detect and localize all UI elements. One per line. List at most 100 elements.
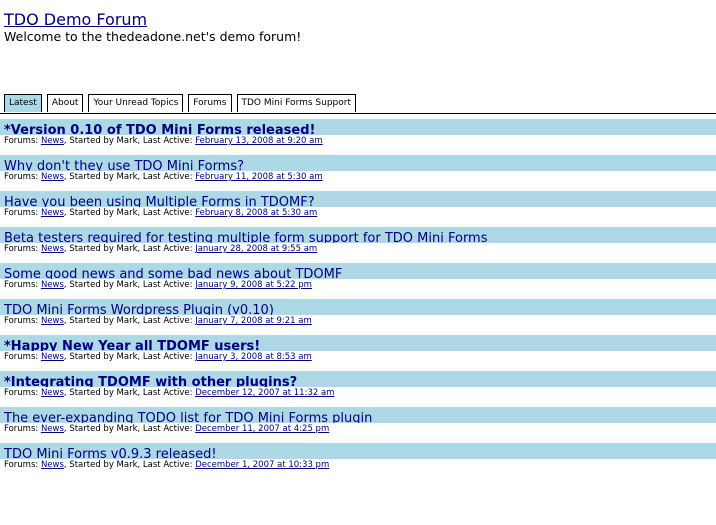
meta-forums-label: Forums: (4, 172, 41, 182)
meta-forums-label: Forums: (4, 208, 41, 218)
forum-link[interactable]: News (41, 388, 64, 398)
site-title[interactable]: TDO Demo Forum (4, 10, 301, 29)
topic-title-link[interactable]: Why don't they use TDO Mini Forms? (4, 159, 244, 171)
topic-list: *Version 0.10 of TDO Mini Forms released… (0, 119, 716, 479)
meta-last-active-label: , Last Active: (137, 136, 196, 146)
topic-title-bar: TDO Mini Forms v0.9.3 released! (0, 443, 716, 459)
topic-row: *Integrating TDOMF with other plugins? F… (0, 371, 716, 407)
meta-forums-label: Forums: (4, 316, 41, 326)
meta-started-label: , Started by (63, 280, 117, 290)
topic-title-link[interactable]: Have you been using Multiple Forms in TD… (4, 195, 315, 207)
topic-title-bar: *Version 0.10 of TDO Mini Forms released… (0, 119, 716, 135)
topic-row: Beta testers required for testing multip… (0, 227, 716, 263)
topic-author: Mark (116, 352, 138, 362)
last-active-link[interactable]: December 12, 2007 at 11:32 am (195, 388, 334, 398)
topic-title-link[interactable]: *Version 0.10 of TDO Mini Forms released… (4, 123, 315, 135)
tab-about[interactable]: About (46, 94, 84, 112)
tab-your-unread-topics[interactable]: Your Unread Topics (88, 94, 184, 112)
topic-meta: Forums: News, Started by Mark, Last Acti… (0, 279, 716, 292)
topic-title-link[interactable]: TDO Mini Forms v0.9.3 released! (4, 447, 217, 459)
meta-last-active-label: , Last Active: (137, 460, 196, 470)
last-active-link[interactable]: February 11, 2008 at 5:30 am (195, 172, 322, 182)
meta-forums-label: Forums: (4, 388, 41, 398)
forum-link[interactable]: News (41, 244, 64, 254)
forum-link[interactable]: News (41, 136, 64, 146)
forum-link[interactable]: News (41, 316, 64, 326)
meta-started-label: , Started by (63, 352, 117, 362)
meta-last-active-label: , Last Active: (137, 424, 196, 434)
forum-link[interactable]: News (41, 460, 64, 470)
meta-last-active-label: , Last Active: (137, 316, 196, 326)
tab-latest[interactable]: Latest (4, 94, 42, 112)
meta-last-active-label: , Last Active: (137, 280, 196, 290)
forum-link[interactable]: News (41, 352, 64, 362)
forum-link[interactable]: News (41, 280, 64, 290)
tab-forums[interactable]: Forums (188, 94, 232, 112)
last-active-link[interactable]: January 9, 2008 at 5:22 pm (195, 280, 312, 290)
meta-last-active-label: , Last Active: (137, 352, 196, 362)
topic-meta: Forums: News, Started by Mark, Last Acti… (0, 243, 716, 256)
topic-title-bar: Some good news and some bad news about T… (0, 263, 716, 279)
topic-title-bar: *Happy New Year all TDOMF users! (0, 335, 716, 351)
topic-title-bar: Beta testers required for testing multip… (0, 227, 716, 243)
last-active-link[interactable]: December 11, 2007 at 4:25 pm (195, 424, 329, 434)
meta-started-label: , Started by (63, 208, 117, 218)
topic-row: TDO Mini Forms v0.9.3 released! Forums: … (0, 443, 716, 479)
topic-title-bar: *Integrating TDOMF with other plugins? (0, 371, 716, 387)
topic-author: Mark (116, 172, 138, 182)
topic-meta: Forums: News, Started by Mark, Last Acti… (0, 387, 716, 400)
meta-forums-label: Forums: (4, 244, 41, 254)
topic-author: Mark (116, 424, 138, 434)
topic-author: Mark (116, 388, 138, 398)
topic-title-bar: Why don't they use TDO Mini Forms? (0, 155, 716, 171)
topic-title-bar: TDO Mini Forms Wordpress Plugin (v0.10) (0, 299, 716, 315)
last-active-link[interactable]: February 8, 2008 at 5:30 am (195, 208, 317, 218)
topic-meta: Forums: News, Started by Mark, Last Acti… (0, 171, 716, 184)
topic-meta: Forums: News, Started by Mark, Last Acti… (0, 423, 716, 436)
meta-started-label: , Started by (63, 136, 117, 146)
meta-started-label: , Started by (63, 316, 117, 326)
meta-started-label: , Started by (63, 460, 117, 470)
meta-forums-label: Forums: (4, 352, 41, 362)
meta-started-label: , Started by (63, 172, 117, 182)
topic-row: Have you been using Multiple Forms in TD… (0, 191, 716, 227)
topic-title-link[interactable]: *Happy New Year all TDOMF users! (4, 339, 260, 351)
meta-started-label: , Started by (63, 244, 117, 254)
meta-forums-label: Forums: (4, 424, 41, 434)
meta-forums-label: Forums: (4, 136, 41, 146)
topic-title-link[interactable]: TDO Mini Forms Wordpress Plugin (v0.10) (4, 303, 274, 315)
topic-row: *Version 0.10 of TDO Mini Forms released… (0, 119, 716, 155)
meta-last-active-label: , Last Active: (137, 208, 196, 218)
last-active-link[interactable]: December 1, 2007 at 10:33 pm (195, 460, 329, 470)
last-active-link[interactable]: January 3, 2008 at 8:53 am (195, 352, 312, 362)
tab-tdo-mini-forms-support[interactable]: TDO Mini Forms Support (236, 94, 357, 112)
meta-forums-label: Forums: (4, 280, 41, 290)
topic-author: Mark (116, 316, 138, 326)
forum-link[interactable]: News (41, 424, 64, 434)
last-active-link[interactable]: January 28, 2008 at 9:55 am (195, 244, 317, 254)
topic-title-link[interactable]: Some good news and some bad news about T… (4, 267, 342, 279)
site-header: TDO Demo Forum Welcome to the thedeadone… (4, 10, 301, 44)
topic-meta: Forums: News, Started by Mark, Last Acti… (0, 351, 716, 364)
meta-forums-label: Forums: (4, 460, 41, 470)
tab-divider (0, 113, 716, 114)
last-active-link[interactable]: February 13, 2008 at 9:20 am (195, 136, 322, 146)
topic-title-link[interactable]: Beta testers required for testing multip… (4, 231, 488, 243)
forum-link[interactable]: News (41, 208, 64, 218)
topic-row: *Happy New Year all TDOMF users! Forums:… (0, 335, 716, 371)
topic-meta: Forums: News, Started by Mark, Last Acti… (0, 135, 716, 148)
topic-author: Mark (116, 208, 138, 218)
meta-last-active-label: , Last Active: (137, 244, 196, 254)
forum-link[interactable]: News (41, 172, 64, 182)
topic-title-link[interactable]: The ever-expanding TODO list for TDO Min… (4, 411, 372, 423)
topic-author: Mark (116, 280, 138, 290)
topic-title-link[interactable]: *Integrating TDOMF with other plugins? (4, 375, 297, 387)
topic-row: Why don't they use TDO Mini Forms? Forum… (0, 155, 716, 191)
meta-started-label: , Started by (63, 424, 117, 434)
meta-last-active-label: , Last Active: (137, 388, 196, 398)
topic-author: Mark (116, 244, 138, 254)
last-active-link[interactable]: January 7, 2008 at 9:21 am (195, 316, 312, 326)
topic-row: TDO Mini Forms Wordpress Plugin (v0.10) … (0, 299, 716, 335)
topic-row: Some good news and some bad news about T… (0, 263, 716, 299)
topic-title-bar: Have you been using Multiple Forms in TD… (0, 191, 716, 207)
